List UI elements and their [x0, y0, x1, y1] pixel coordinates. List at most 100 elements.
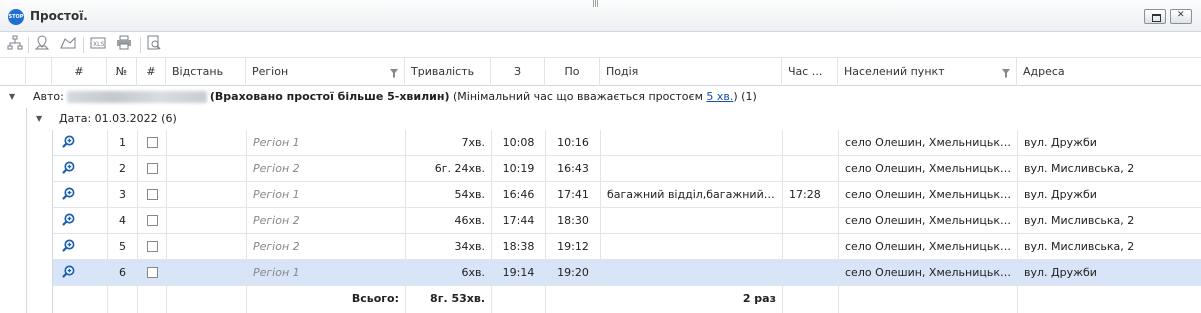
zoom-to-location-icon[interactable]	[53, 182, 108, 207]
column-header-address[interactable]: Адреса	[1017, 58, 1201, 86]
checkbox[interactable]	[146, 136, 158, 148]
column-header-duration[interactable]: Тривалість	[405, 58, 491, 86]
group-auto-count: (1)	[741, 90, 757, 103]
row-checkbox[interactable]	[138, 156, 167, 181]
column-header-event[interactable]: Подія	[600, 58, 782, 86]
row-region: Регіон 1	[247, 182, 406, 207]
checkbox[interactable]	[146, 188, 158, 200]
filter-icon[interactable]	[1002, 58, 1010, 86]
column-header-region[interactable]: Регіон	[246, 58, 405, 86]
min-time-link[interactable]: 5 хв.	[706, 90, 733, 103]
row-from: 10:08	[492, 130, 546, 155]
close-button[interactable]	[1170, 9, 1192, 24]
collapse-arrow-icon[interactable]: ▼	[36, 108, 42, 130]
row-settlement: село Олешин, Хмельницька...	[839, 234, 1018, 259]
zoom-to-location-icon[interactable]	[53, 156, 108, 181]
row-address: вул. Дружби	[1018, 130, 1201, 155]
row-distance	[167, 208, 247, 233]
totals-spacer	[167, 286, 247, 313]
toolbar-divider	[28, 37, 29, 53]
row-to: 19:20	[546, 260, 601, 285]
checkbox[interactable]	[146, 266, 158, 278]
map-area-icon[interactable]	[58, 35, 78, 55]
column-header-number[interactable]: №	[107, 58, 137, 86]
row-number: 5	[108, 234, 138, 259]
redacted-vehicle-name	[66, 91, 207, 103]
row-number: 3	[108, 182, 138, 207]
row-distance	[167, 156, 247, 181]
row-number: 4	[108, 208, 138, 233]
row-settlement: село Олешин, Хмельницька...	[839, 260, 1018, 285]
row-to: 18:30	[546, 208, 601, 233]
row-number: 2	[108, 156, 138, 181]
totals-spacer	[53, 286, 108, 313]
hierarchy-icon[interactable]	[5, 35, 25, 55]
maximize-button[interactable]	[1144, 9, 1166, 24]
table-row[interactable]: 2 Регіон 2 6г. 24хв. 10:19 16:43 село Олешин,…	[52, 156, 1201, 182]
preview-icon[interactable]	[144, 35, 164, 55]
row-time	[783, 156, 839, 181]
totals-count: 2 раз	[546, 286, 783, 313]
row-distance	[167, 234, 247, 259]
header-expander	[0, 58, 26, 86]
table-row[interactable]: 5 Регіон 2 34хв. 18:38 19:12 село Олешин, Хме…	[52, 234, 1201, 260]
filter-icon[interactable]	[390, 58, 398, 86]
checkbox[interactable]	[146, 214, 158, 226]
row-checkbox[interactable]	[138, 260, 167, 285]
row-time	[783, 208, 839, 233]
row-event	[601, 208, 783, 233]
group-auto-bold: (Враховано простої більше 5-хвилин)	[209, 90, 450, 103]
row-checkbox[interactable]	[138, 130, 167, 155]
row-to: 10:16	[546, 130, 601, 155]
table-row[interactable]: 6 Регіон 1 6хв. 19:14 19:20 село Олешин, Хмел…	[52, 260, 1201, 286]
table-row[interactable]: 4 Регіон 2 46хв. 17:44 18:30 село Олешин, Хме…	[52, 208, 1201, 234]
row-duration: 7хв.	[406, 130, 492, 155]
zoom-to-location-icon[interactable]	[53, 260, 108, 285]
totals-spacer	[839, 286, 1018, 313]
totals-spacer	[783, 286, 839, 313]
zoom-to-location-icon[interactable]	[53, 208, 108, 233]
row-settlement: село Олешин, Хмельницька...	[839, 208, 1018, 233]
zoom-to-location-icon[interactable]	[53, 130, 108, 155]
column-header-time[interactable]: Час ...	[782, 58, 838, 86]
toolbar-divider	[83, 37, 84, 53]
row-checkbox[interactable]	[138, 182, 167, 207]
row-duration: 34хв.	[406, 234, 492, 259]
export-icon[interactable]: XLS	[88, 35, 108, 55]
row-distance	[167, 182, 247, 207]
table-row[interactable]: 1 Регіон 1 7хв. 10:08 10:16 село Олешин, Хмел…	[52, 130, 1201, 156]
totals-spacer	[492, 286, 546, 313]
window-title: Простої.	[30, 9, 88, 23]
row-checkbox[interactable]	[138, 208, 167, 233]
row-event	[601, 156, 783, 181]
column-header-check[interactable]: #	[137, 58, 166, 86]
collapse-arrow-icon[interactable]: ▼	[9, 86, 15, 108]
row-from: 10:19	[492, 156, 546, 181]
column-header-action[interactable]: #	[52, 58, 107, 86]
table-row[interactable]: 3 Регіон 1 54хв. 16:46 17:41 багажний відділ,…	[52, 182, 1201, 208]
zoom-to-location-icon[interactable]	[53, 234, 108, 259]
checkbox[interactable]	[146, 240, 158, 252]
row-address: вул. Дружби	[1018, 182, 1201, 207]
row-event	[601, 234, 783, 259]
resize-grip[interactable]: |||	[592, 0, 599, 8]
print-icon[interactable]	[114, 35, 134, 55]
column-header-to[interactable]: По	[545, 58, 600, 86]
row-to: 17:41	[546, 182, 601, 207]
row-time: 17:28	[783, 182, 839, 207]
group-date-label: Дата: 01.03.2022 (6)	[59, 112, 177, 125]
row-event	[601, 260, 783, 285]
map-pin-icon[interactable]	[32, 35, 52, 55]
row-event	[601, 130, 783, 155]
column-header-from[interactable]: З	[491, 58, 545, 86]
row-settlement: село Олешин, Хмельницька...	[839, 130, 1018, 155]
checkbox[interactable]	[146, 162, 158, 174]
column-header-distance[interactable]: Відстань	[166, 58, 246, 86]
group-row-auto[interactable]: ▼ Авто: (Враховано простої більше 5-хвили…	[0, 86, 1201, 108]
column-header-settlement[interactable]: Населений пункт	[838, 58, 1017, 86]
row-from: 17:44	[492, 208, 546, 233]
row-checkbox[interactable]	[138, 234, 167, 259]
group-row-date[interactable]: ▼ Дата: 01.03.2022 (6)	[26, 108, 1201, 130]
totals-spacer	[108, 286, 138, 313]
window-titlebar: ||| STOP Простої.	[0, 0, 1201, 32]
